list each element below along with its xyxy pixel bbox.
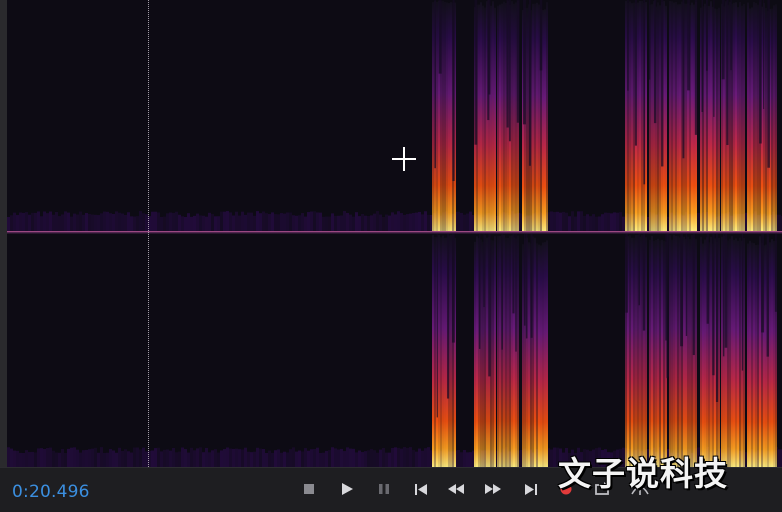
skip-back-icon [415, 483, 427, 495]
stop-icon [304, 484, 314, 494]
rewind-icon [448, 484, 464, 494]
current-time-display[interactable]: 0:20.496 [12, 482, 90, 502]
spectrogram-channel-left[interactable] [7, 0, 782, 231]
fast-forward-icon [485, 484, 501, 494]
playhead[interactable] [148, 0, 149, 467]
fast-forward-button[interactable] [479, 476, 507, 502]
skip-to-start-button[interactable] [407, 476, 435, 502]
play-button[interactable] [333, 476, 361, 502]
play-icon [342, 483, 353, 495]
stop-button[interactable] [295, 476, 323, 502]
skip-to-end-button[interactable] [517, 476, 545, 502]
rewind-button[interactable] [442, 476, 470, 502]
pause-icon [379, 484, 389, 494]
spectrogram-right [7, 234, 782, 467]
spectral-editor[interactable] [0, 0, 782, 467]
skip-forward-icon [525, 483, 537, 495]
crosshair-cursor [392, 147, 416, 171]
track-rail [0, 0, 7, 467]
pause-button[interactable] [370, 476, 398, 502]
spectrogram-left [7, 0, 782, 231]
watermark-text: 文子说科技 [558, 454, 728, 493]
spectrogram-channel-right[interactable] [7, 234, 782, 467]
